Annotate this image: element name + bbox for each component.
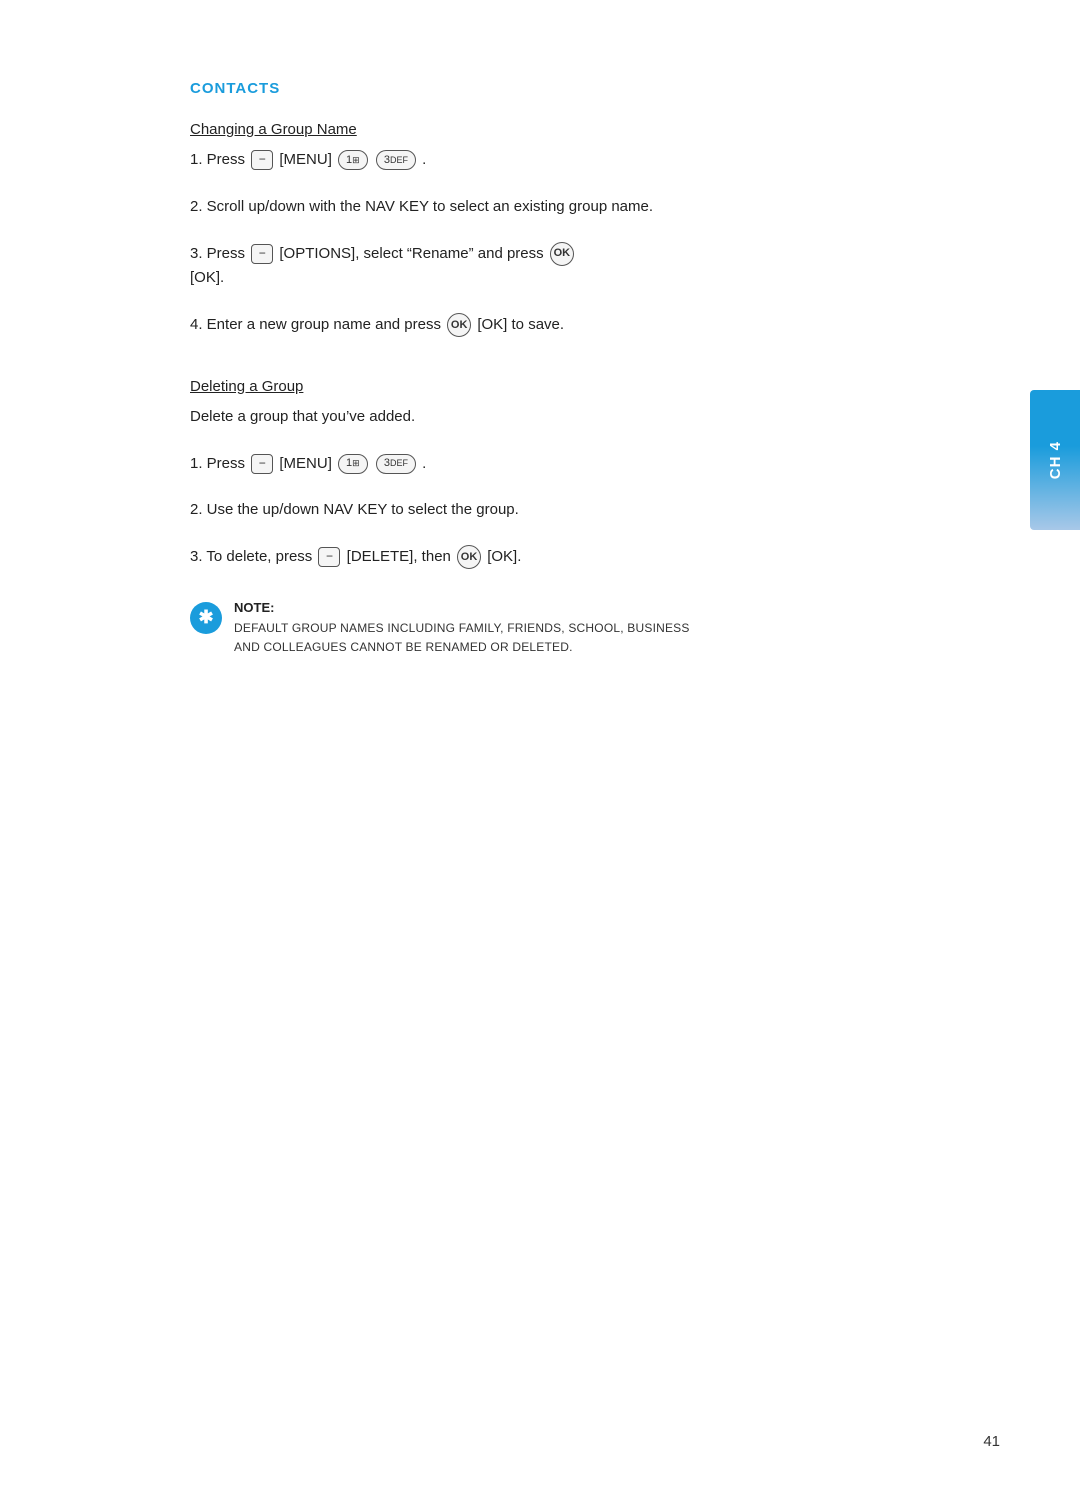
deleting-intro-text: Delete a group that you’ve added.: [190, 405, 960, 430]
key-3-icon-2: 3DEF: [376, 454, 416, 474]
changing-step4b-text: [OK] to save.: [477, 316, 564, 333]
ok-key-icon: OK: [550, 242, 574, 266]
key-1-icon: 1⊞: [338, 150, 368, 170]
key-1-icon-2: 1⊞: [338, 454, 368, 474]
changing-step4a-text: 4. Enter a new group name and press: [190, 316, 441, 333]
menu-label: [MENU]: [279, 151, 332, 168]
menu-label-2: [MENU]: [279, 455, 332, 472]
changing-step2-text: 2. Scroll up/down with the NAV KEY to se…: [190, 195, 960, 220]
note-label: NOTE:: [234, 600, 960, 615]
deleting-step-3: 3. To delete, press − [DELETE], then OK …: [190, 545, 960, 570]
delete-key-icon: −: [318, 547, 340, 567]
note-icon: ✱: [190, 602, 222, 634]
menu-key-icon: −: [251, 150, 273, 170]
menu-key-icon-2: −: [251, 454, 273, 474]
changing-step-4: 4. Enter a new group name and press OK […: [190, 313, 960, 338]
ok-key-icon-2: OK: [447, 313, 471, 337]
ok-bracket-label: [OK].: [190, 269, 224, 286]
deleting-intro: Delete a group that you’ve added.: [190, 405, 960, 430]
deleting-group-section: Deleting a Group Delete a group that you…: [190, 378, 960, 657]
options-label: [OPTIONS], select “Rename” and press: [279, 245, 543, 262]
ok-key-icon-3: OK: [457, 545, 481, 569]
deleting-step2-text: 2. Use the up/down NAV KEY to select the…: [190, 498, 960, 523]
changing-step1-text: 1. Press: [190, 151, 245, 168]
changing-group-name-section: Changing a Group Name 1. Press − [MENU] …: [190, 121, 960, 338]
deleting-step-1: 1. Press − [MENU] 1⊞ 3DEF .: [190, 452, 960, 477]
changing-step-3: 3. Press − [OPTIONS], select “Rename” an…: [190, 242, 960, 292]
ch4-label: CH 4: [1047, 441, 1064, 479]
note-text: DEFAULT GROUP NAMES INCLUDING FAMILY, FR…: [234, 619, 960, 657]
deleting-step3c-text: [OK].: [487, 548, 521, 565]
page-container: CONTACTS Changing a Group Name 1. Press …: [0, 0, 1080, 1510]
delete-label: [DELETE], then: [347, 548, 451, 565]
note-block: ✱ NOTE: DEFAULT GROUP NAMES INCLUDING FA…: [190, 600, 960, 657]
options-key-icon: −: [251, 244, 273, 264]
deleting-group-subtitle: Deleting a Group: [190, 378, 960, 395]
note-content: NOTE: DEFAULT GROUP NAMES INCLUDING FAMI…: [234, 600, 960, 657]
deleting-step3a-text: 3. To delete, press: [190, 548, 312, 565]
changing-step-1: 1. Press − [MENU] 1⊞ 3DEF .: [190, 148, 960, 173]
changing-group-name-subtitle: Changing a Group Name: [190, 121, 960, 138]
deleting-step-2: 2. Use the up/down NAV KEY to select the…: [190, 498, 960, 523]
contacts-section-title: CONTACTS: [190, 80, 960, 97]
ch4-tab: CH 4: [1030, 390, 1080, 530]
changing-step-2: 2. Scroll up/down with the NAV KEY to se…: [190, 195, 960, 220]
page-number: 41: [983, 1433, 1000, 1450]
key-3-icon: 3DEF: [376, 150, 416, 170]
changing-step3a-text: 3. Press: [190, 245, 245, 262]
deleting-step1-text: 1. Press: [190, 455, 245, 472]
